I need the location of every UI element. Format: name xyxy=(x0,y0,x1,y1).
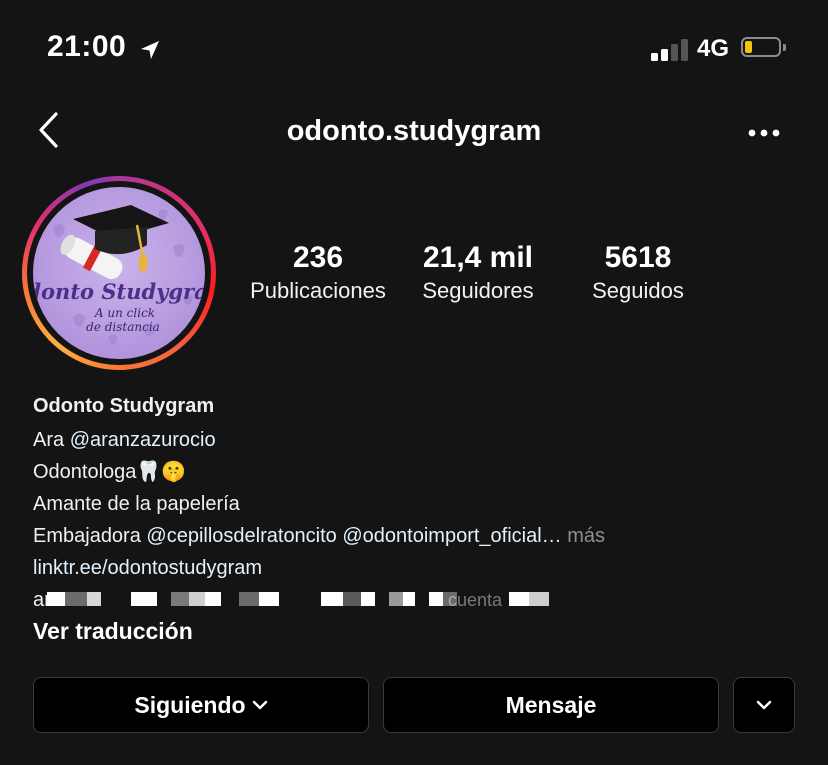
posts-label: Publicaciones xyxy=(250,278,386,303)
network-type: 4G xyxy=(697,35,730,62)
battery-icon xyxy=(741,37,787,61)
following-count: 5618 xyxy=(604,241,672,274)
signal-strength-icon xyxy=(651,39,691,61)
followers-count: 21,4 mil xyxy=(422,241,534,274)
svg-text:de distancia: de distancia xyxy=(86,320,160,334)
stat-followers[interactable]: 21,4 mil Seguidores xyxy=(393,240,563,306)
mention-link[interactable]: @odontoimport_oficial xyxy=(342,525,541,547)
stat-following[interactable]: 5618 Seguidos xyxy=(553,240,723,306)
location-arrow-icon xyxy=(141,41,159,59)
bio-line-2: Odontologa🦷🤫 xyxy=(33,461,187,483)
posts-count: 236 xyxy=(292,241,344,274)
message-button[interactable]: Mensaje xyxy=(383,677,719,733)
stat-posts[interactable]: 236 Publicaciones xyxy=(233,240,403,306)
following-button-label: Siguiendo xyxy=(134,691,246,718)
more-horizontal-icon[interactable] xyxy=(746,118,782,148)
mention-link[interactable]: @cepillosdelratoncito xyxy=(146,525,336,547)
svg-text:A un click: A un click xyxy=(94,306,155,320)
bio-redacted-end: cuenta xyxy=(448,590,503,610)
bio-line-1: Ara @aranzazurocio xyxy=(33,429,216,451)
bio-line-3: Amante de la papelería xyxy=(33,493,240,515)
chevron-down-icon xyxy=(252,700,267,710)
more-button[interactable]: más xyxy=(567,525,605,547)
followers-label: Seguidores xyxy=(422,278,534,303)
message-button-label: Mensaje xyxy=(505,691,597,718)
chevron-down-icon xyxy=(756,700,772,710)
mention-link[interactable]: @aranzazurocio xyxy=(70,429,216,451)
following-label: Seguidos xyxy=(592,278,684,303)
profile-username-title: odonto.studygram xyxy=(286,115,542,147)
following-button[interactable]: Siguiendo xyxy=(33,677,369,733)
avatar[interactable]: Odonto Studygram A un click de distancia xyxy=(33,187,205,359)
see-translation-link[interactable]: Ver traducción xyxy=(33,618,193,645)
suggested-accounts-button[interactable] xyxy=(733,677,795,733)
status-time: 21:00 xyxy=(47,30,127,63)
bio-line-4: Embajadora @cepillosdelratoncito @odonto… xyxy=(33,525,606,547)
bio-link[interactable]: linktr.ee/odontostudygram xyxy=(33,556,262,580)
brand-main-text: Odonto Studygram xyxy=(33,279,205,304)
profile-display-name: Odonto Studygram xyxy=(33,395,215,417)
graduation-cap-logo-icon: Odonto Studygram A un click de distancia xyxy=(33,205,205,345)
